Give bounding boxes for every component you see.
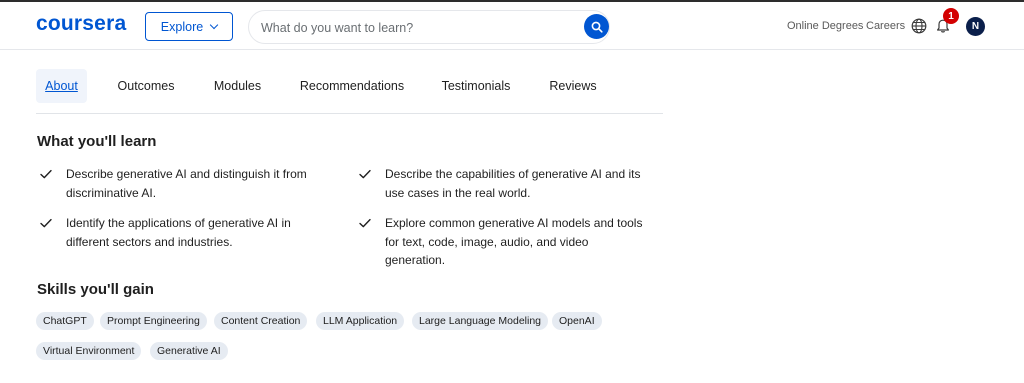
tab-recommendations[interactable]: Recommendations — [296, 69, 408, 103]
chevron-down-icon — [209, 20, 219, 30]
skill-chip[interactable]: LLM Application — [316, 312, 405, 330]
careers-link[interactable]: Careers — [866, 20, 905, 32]
skill-chip[interactable]: Large Language Modeling — [412, 312, 549, 330]
search-button[interactable] — [584, 14, 609, 39]
learn-item-text: Describe generative AI and distinguish i… — [66, 167, 307, 200]
learn-item-text: Describe the capabilities of generative … — [385, 167, 641, 200]
tab-testimonials[interactable]: Testimonials — [436, 69, 516, 103]
tab-modules[interactable]: Modules — [204, 69, 271, 103]
top-navigation-bar: coursera Explore Online Degrees Careers … — [0, 0, 1024, 50]
learn-item-text: Explore common generative AI models and … — [385, 216, 643, 267]
search-input[interactable] — [261, 19, 561, 37]
search-box — [248, 10, 610, 44]
checkmark-icon — [40, 218, 52, 228]
tab-about[interactable]: About — [36, 69, 87, 103]
tab-reviews[interactable]: Reviews — [544, 69, 602, 103]
checkmark-icon — [359, 169, 371, 179]
globe-icon[interactable] — [911, 18, 927, 34]
checkmark-icon — [359, 218, 371, 228]
skill-chip[interactable]: Generative AI — [150, 342, 228, 360]
course-section-tabs: About Outcomes Modules Recommendations T… — [36, 69, 663, 114]
explore-button-label: Explore — [160, 19, 204, 34]
notification-count-badge: 1 — [943, 8, 959, 24]
skill-chip[interactable]: Content Creation — [214, 312, 308, 330]
coursera-logo[interactable]: coursera — [36, 12, 126, 36]
learn-section-title: What you'll learn — [37, 133, 157, 150]
explore-button[interactable]: Explore — [145, 12, 233, 41]
checkmark-icon — [40, 169, 52, 179]
skill-chip[interactable]: Virtual Environment — [36, 342, 142, 360]
user-avatar[interactable]: N — [966, 17, 985, 36]
online-degrees-link[interactable]: Online Degrees — [787, 20, 863, 32]
skill-chip[interactable]: OpenAI — [552, 312, 602, 330]
tab-outcomes[interactable]: Outcomes — [111, 69, 181, 103]
skills-section-title: Skills you'll gain — [37, 281, 154, 298]
learn-item-text: Identify the applications of generative … — [66, 216, 291, 249]
skill-chip[interactable]: Prompt Engineering — [100, 312, 207, 330]
skill-chip[interactable]: ChatGPT — [36, 312, 94, 330]
search-icon — [591, 21, 603, 33]
